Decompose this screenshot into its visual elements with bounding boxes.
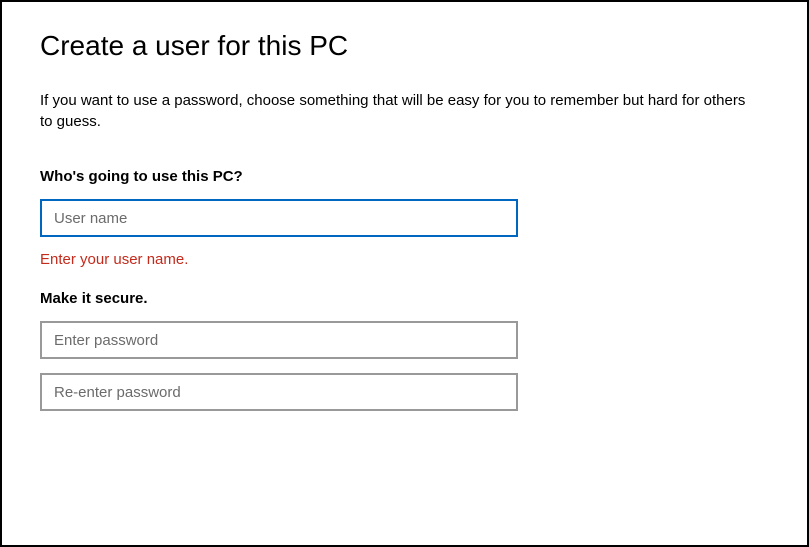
- password-section: Make it secure.: [40, 290, 769, 411]
- description-text: If you want to use a password, choose so…: [40, 90, 760, 132]
- page-title: Create a user for this PC: [40, 30, 769, 62]
- username-section: Who's going to use this PC? Enter your u…: [40, 168, 769, 268]
- password-input[interactable]: [40, 321, 518, 359]
- username-input[interactable]: [40, 199, 518, 237]
- confirm-password-input[interactable]: [40, 373, 518, 411]
- username-label: Who's going to use this PC?: [40, 168, 769, 185]
- password-label: Make it secure.: [40, 290, 769, 307]
- username-error: Enter your user name.: [40, 251, 769, 268]
